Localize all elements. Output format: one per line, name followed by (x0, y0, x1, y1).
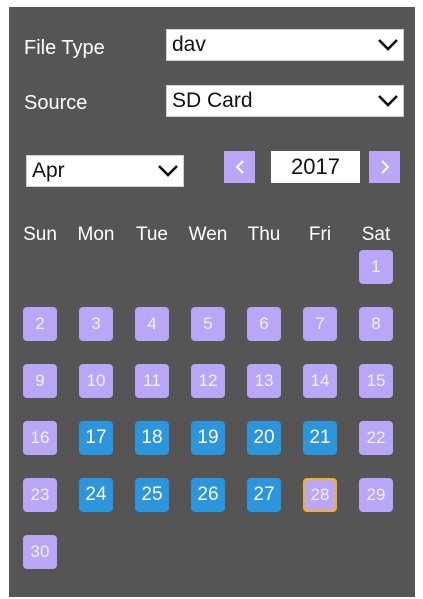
weekday-fri: Fri (308, 224, 332, 245)
prev-year-button[interactable] (224, 151, 255, 183)
source-label: Source (24, 92, 88, 114)
calendar-day-29[interactable]: 29 (359, 478, 393, 512)
weekday-sat: Sat (361, 224, 391, 245)
calendar-day-20[interactable]: 20 (247, 421, 281, 455)
calendar-day-16[interactable]: 16 (23, 421, 57, 455)
source-value: SD Card (172, 89, 253, 112)
chevron-right-icon (380, 160, 389, 174)
calendar-day-7[interactable]: 7 (303, 307, 337, 341)
weekday-mon: Mon (77, 224, 115, 245)
year-display: 2017 (271, 151, 360, 183)
file-type-select[interactable]: dav (166, 29, 404, 61)
calendar-day-5[interactable]: 5 (191, 307, 225, 341)
calendar-day-8[interactable]: 8 (359, 307, 393, 341)
chevron-down-icon (378, 39, 398, 51)
weekday-wen: Wen (188, 224, 228, 245)
calendar-day-17[interactable]: 17 (79, 421, 113, 455)
calendar-day-24[interactable]: 24 (79, 478, 113, 512)
calendar-day-6[interactable]: 6 (247, 307, 281, 341)
calendar-day-18[interactable]: 18 (135, 421, 169, 455)
next-year-button[interactable] (369, 151, 400, 183)
calendar-day-28[interactable]: 28 (303, 478, 337, 512)
calendar-day-3[interactable]: 3 (79, 307, 113, 341)
calendar-day-27[interactable]: 27 (247, 478, 281, 512)
calendar-day-14[interactable]: 14 (303, 364, 337, 398)
chevron-down-icon (158, 165, 178, 177)
calendar-day-1[interactable]: 1 (359, 250, 393, 284)
calendar-day-19[interactable]: 19 (191, 421, 225, 455)
file-type-label: File Type (24, 37, 105, 59)
weekday-sun: Sun (23, 224, 57, 245)
calendar-day-21[interactable]: 21 (303, 421, 337, 455)
calendar-day-11[interactable]: 11 (135, 364, 169, 398)
calendar-day-15[interactable]: 15 (359, 364, 393, 398)
calendar-day-10[interactable]: 10 (79, 364, 113, 398)
source-select[interactable]: SD Card (166, 85, 404, 117)
chevron-left-icon (235, 160, 244, 174)
calendar-day-25[interactable]: 25 (135, 478, 169, 512)
calendar-day-23[interactable]: 23 (23, 478, 57, 512)
month-value: Apr (32, 159, 65, 182)
calendar-day-22[interactable]: 22 (359, 421, 393, 455)
calendar-day-2[interactable]: 2 (23, 307, 57, 341)
calendar-day-13[interactable]: 13 (247, 364, 281, 398)
calendar-day-4[interactable]: 4 (135, 307, 169, 341)
month-select[interactable]: Apr (26, 155, 184, 187)
chevron-down-icon (378, 95, 398, 107)
file-type-value: dav (172, 33, 206, 56)
playback-calendar-panel: File Type dav Source SD Card Apr 2017 Su… (9, 7, 415, 597)
calendar-day-30[interactable]: 30 (23, 535, 57, 569)
calendar-day-12[interactable]: 12 (191, 364, 225, 398)
calendar-day-26[interactable]: 26 (191, 478, 225, 512)
calendar-day-9[interactable]: 9 (23, 364, 57, 398)
weekday-tue: Tue (135, 224, 169, 245)
weekday-thu: Thu (247, 224, 281, 245)
